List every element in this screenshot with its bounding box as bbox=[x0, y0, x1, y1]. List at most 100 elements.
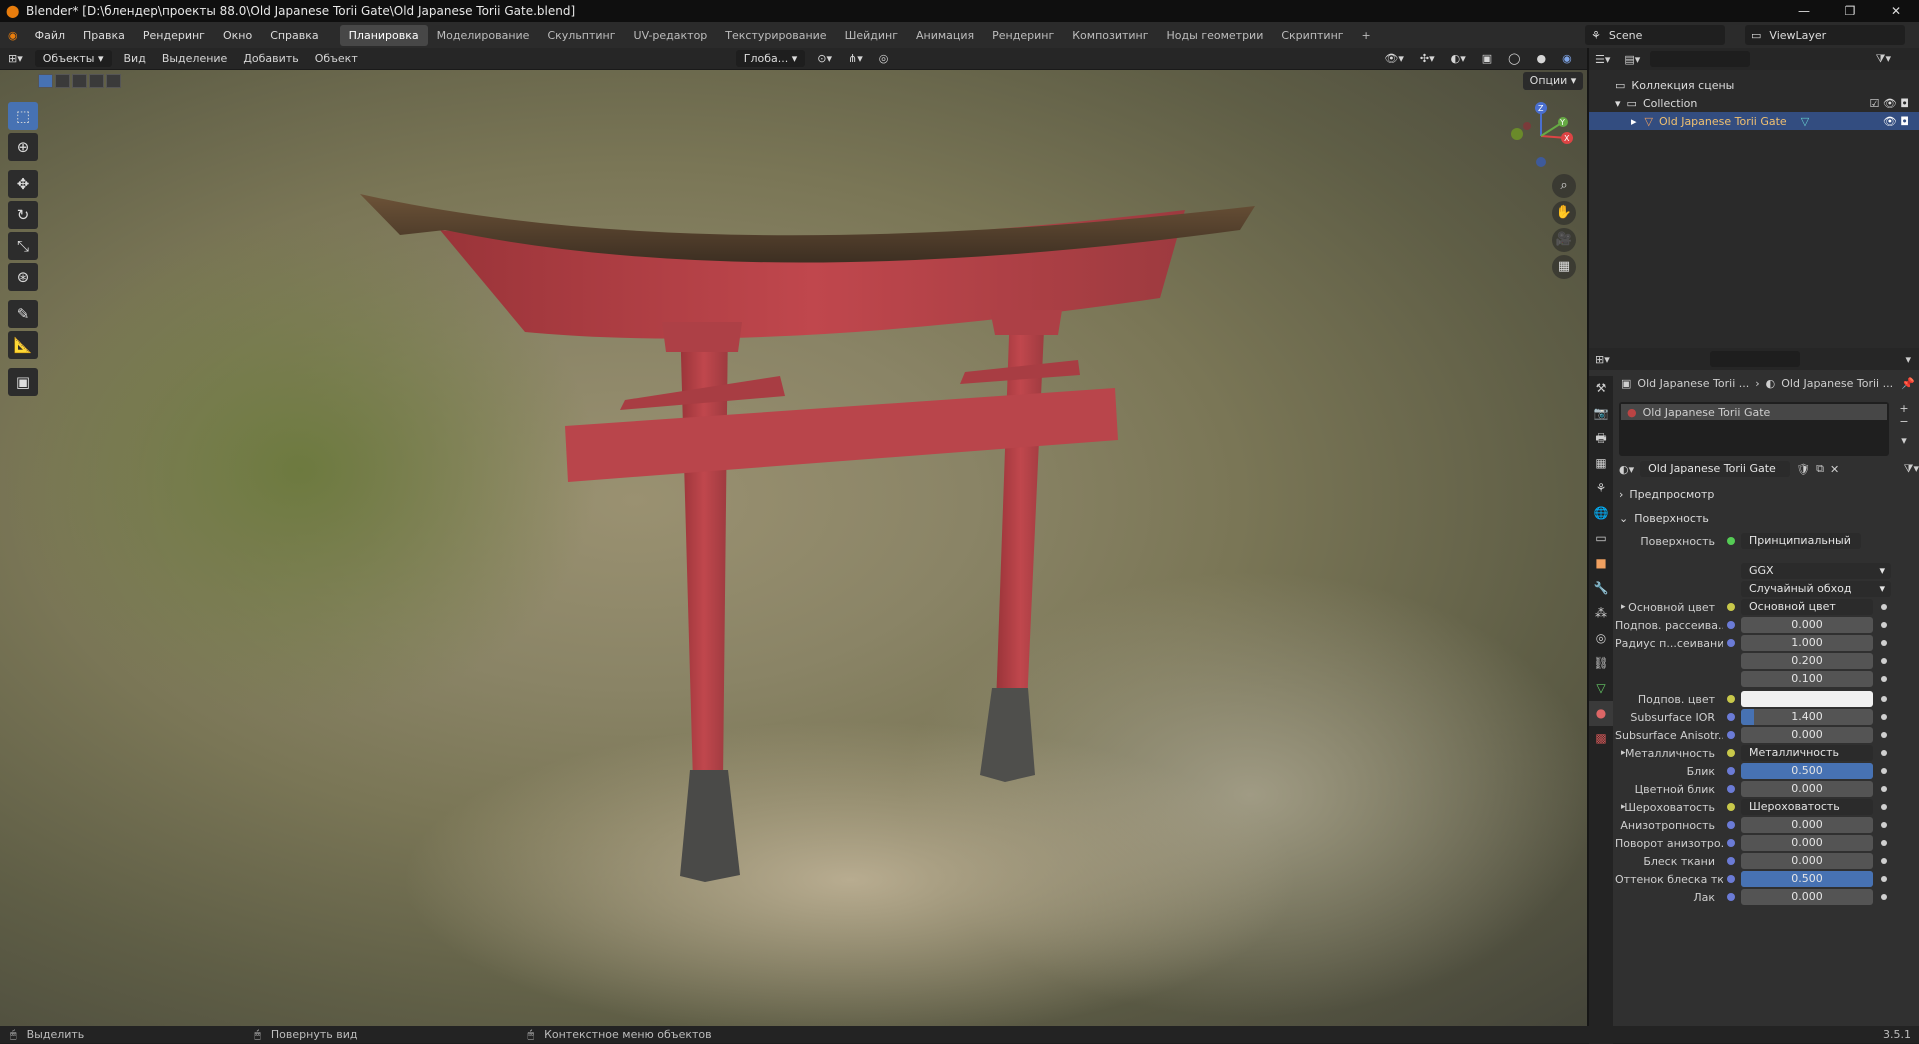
keyframe-dot-icon[interactable] bbox=[1881, 714, 1887, 720]
menu-select[interactable]: Выделение bbox=[154, 52, 236, 65]
expand-arrow-icon[interactable]: ▸ bbox=[1621, 602, 1626, 612]
keyframe-dot-icon[interactable] bbox=[1881, 640, 1887, 646]
shading-material-icon[interactable]: ◉ bbox=[1554, 52, 1580, 65]
select-invert-icon[interactable] bbox=[89, 74, 104, 88]
value-field[interactable]: 0.000 bbox=[1741, 617, 1873, 633]
object-visibility-icons[interactable]: 👁 ◘ bbox=[1883, 115, 1909, 128]
keyframe-dot-icon[interactable] bbox=[1881, 658, 1887, 664]
xray-icon[interactable]: ▣ bbox=[1474, 52, 1500, 65]
value-field[interactable]: 0.200 bbox=[1741, 653, 1873, 669]
menu-object[interactable]: Объект bbox=[307, 52, 366, 65]
tab-animation[interactable]: Анимация bbox=[907, 25, 983, 46]
expand-arrow-icon[interactable]: ▾ bbox=[1615, 97, 1621, 110]
value-field[interactable]: 1.000 bbox=[1741, 635, 1873, 651]
mode-dropdown[interactable]: Объекты ▾ bbox=[34, 50, 112, 67]
menu-add[interactable]: Добавить bbox=[235, 52, 306, 65]
duplicate-icon[interactable]: ⧉ bbox=[1816, 462, 1824, 476]
distribution-dropdown[interactable]: GGX ▾ bbox=[1741, 563, 1891, 579]
pivot-icon[interactable]: ⊙▾ bbox=[809, 52, 840, 65]
value-field[interactable]: 0.000 bbox=[1741, 727, 1873, 743]
tab-rendering[interactable]: Рендеринг bbox=[983, 25, 1063, 46]
scene-tab-icon[interactable]: ⚘ bbox=[1589, 476, 1613, 501]
tab-scripting[interactable]: Скриптинг bbox=[1272, 25, 1352, 46]
material-slot-list[interactable]: ● Old Japanese Torii Gate bbox=[1619, 402, 1889, 456]
menu-view[interactable]: Вид bbox=[116, 52, 154, 65]
output-tab-icon[interactable]: 🖶 bbox=[1589, 426, 1613, 451]
tab-texture-paint[interactable]: Текстурирование bbox=[716, 25, 835, 46]
remove-slot-button[interactable]: − bbox=[1895, 415, 1913, 428]
blender-menu-icon[interactable]: ◉ bbox=[0, 29, 26, 42]
tab-layout[interactable]: Планировка bbox=[339, 24, 428, 46]
expand-arrow-icon[interactable]: ▸ bbox=[1621, 802, 1626, 812]
menu-help[interactable]: Справка bbox=[261, 29, 327, 42]
material-slot-item[interactable]: ● Old Japanese Torii Gate bbox=[1621, 404, 1887, 420]
viewlayer-selector[interactable]: ▭ ViewLayer bbox=[1745, 25, 1905, 45]
outliner-editor-icon[interactable]: ☰▾ bbox=[1595, 53, 1610, 66]
visibility-icon[interactable]: 👁▾ bbox=[1376, 52, 1412, 65]
keyframe-dot-icon[interactable] bbox=[1881, 732, 1887, 738]
object-tab-icon[interactable]: ■ bbox=[1589, 551, 1613, 576]
minimize-button[interactable]: — bbox=[1781, 0, 1827, 22]
constraints-tab-icon[interactable]: ⛓ bbox=[1589, 651, 1613, 676]
keyframe-dot-icon[interactable] bbox=[1881, 858, 1887, 864]
render-tab-icon[interactable]: 📷 bbox=[1589, 401, 1613, 426]
properties-search-input[interactable] bbox=[1709, 351, 1800, 367]
pin-icon[interactable]: 📌 bbox=[1901, 377, 1915, 390]
collection-visibility-icons[interactable]: ☑ 👁 ◘ bbox=[1869, 97, 1909, 110]
node-link-icon[interactable]: ⧩▾ bbox=[1904, 462, 1919, 476]
tool-tab-icon[interactable]: ⚒ bbox=[1589, 376, 1613, 401]
transform-tool-icon[interactable]: ⊛ bbox=[8, 263, 38, 291]
select-extend-icon[interactable] bbox=[55, 74, 70, 88]
add-workspace-button[interactable]: + bbox=[1353, 25, 1380, 46]
keyframe-dot-icon[interactable] bbox=[1881, 840, 1887, 846]
preview-panel-header[interactable]: › Предпросмотр bbox=[1619, 484, 1919, 504]
keyframe-dot-icon[interactable] bbox=[1881, 876, 1887, 882]
shading-solid-icon[interactable]: ● bbox=[1528, 52, 1554, 65]
value-field[interactable]: 0.000 bbox=[1741, 781, 1873, 797]
modifier-tab-icon[interactable]: 🔧 bbox=[1589, 576, 1613, 601]
outliner-scene-collection[interactable]: ▭ Коллекция сцены bbox=[1589, 76, 1919, 94]
keyframe-dot-icon[interactable] bbox=[1881, 894, 1887, 900]
select-subtract-icon[interactable] bbox=[72, 74, 87, 88]
surface-shader-field[interactable]: Принципиальный BSDF bbox=[1741, 533, 1861, 549]
keyframe-dot-icon[interactable] bbox=[1881, 676, 1887, 682]
texture-tab-icon[interactable]: ▩ bbox=[1589, 726, 1613, 751]
expand-arrow-icon[interactable]: ▸ bbox=[1621, 748, 1626, 758]
tab-shading[interactable]: Шейдинг bbox=[836, 25, 907, 46]
outliner-collection[interactable]: ▾ ▭ Collection ☑ 👁 ◘ bbox=[1589, 94, 1919, 112]
linked-input-field[interactable]: Основной цвет bbox=[1741, 599, 1873, 615]
value-field[interactable]: 0.100 bbox=[1741, 671, 1873, 687]
value-field[interactable]: 1.400 bbox=[1741, 709, 1873, 725]
keyframe-dot-icon[interactable] bbox=[1881, 622, 1887, 628]
keyframe-dot-icon[interactable] bbox=[1881, 750, 1887, 756]
move-tool-icon[interactable]: ✥ bbox=[8, 170, 38, 198]
filter-icon[interactable]: ⧩▾ bbox=[1876, 52, 1891, 66]
scale-tool-icon[interactable]: ⤡ bbox=[8, 232, 38, 260]
cursor-tool-icon[interactable]: ⊕ bbox=[8, 133, 38, 161]
keyframe-dot-icon[interactable] bbox=[1881, 768, 1887, 774]
menu-file[interactable]: Файл bbox=[26, 29, 74, 42]
navigation-gizmo[interactable]: Z X Y bbox=[1505, 100, 1577, 172]
close-button[interactable]: ✕ bbox=[1873, 0, 1919, 22]
keyframe-dot-icon[interactable] bbox=[1881, 804, 1887, 810]
value-field[interactable]: 0.000 bbox=[1741, 817, 1873, 833]
3d-viewport[interactable]: ⬚ ⊕ ✥ ↻ ⤡ ⊛ ✎ 📐 ▣ Опции ▾ Z X Y ⌕ ✋ 🎥 ▦ bbox=[0, 70, 1587, 1026]
properties-options-icon[interactable]: ▾ bbox=[1905, 353, 1911, 366]
shading-wireframe-icon[interactable]: ◯ bbox=[1500, 52, 1528, 65]
viewlayer-tab-icon[interactable]: ▦ bbox=[1589, 451, 1613, 476]
menu-edit[interactable]: Правка bbox=[74, 29, 134, 42]
value-field[interactable]: 0.500 bbox=[1741, 763, 1873, 779]
value-field[interactable]: 0.000 bbox=[1741, 889, 1873, 905]
menu-window[interactable]: Окно bbox=[214, 29, 261, 42]
torii-gate-model[interactable] bbox=[0, 70, 1587, 1026]
maximize-button[interactable]: ❐ bbox=[1827, 0, 1873, 22]
select-new-icon[interactable] bbox=[38, 74, 53, 88]
options-dropdown[interactable]: Опции ▾ bbox=[1523, 72, 1583, 90]
outliner-search-input[interactable] bbox=[1650, 51, 1751, 67]
keyframe-dot-icon[interactable] bbox=[1881, 604, 1887, 610]
zoom-icon[interactable]: ⌕ bbox=[1552, 174, 1576, 198]
display-mode-icon[interactable]: ▤▾ bbox=[1624, 53, 1640, 66]
particles-tab-icon[interactable]: ⁂ bbox=[1589, 601, 1613, 626]
expand-arrow-icon[interactable]: ▸ bbox=[1631, 115, 1637, 128]
linked-input-field[interactable]: Металличность bbox=[1741, 745, 1873, 761]
